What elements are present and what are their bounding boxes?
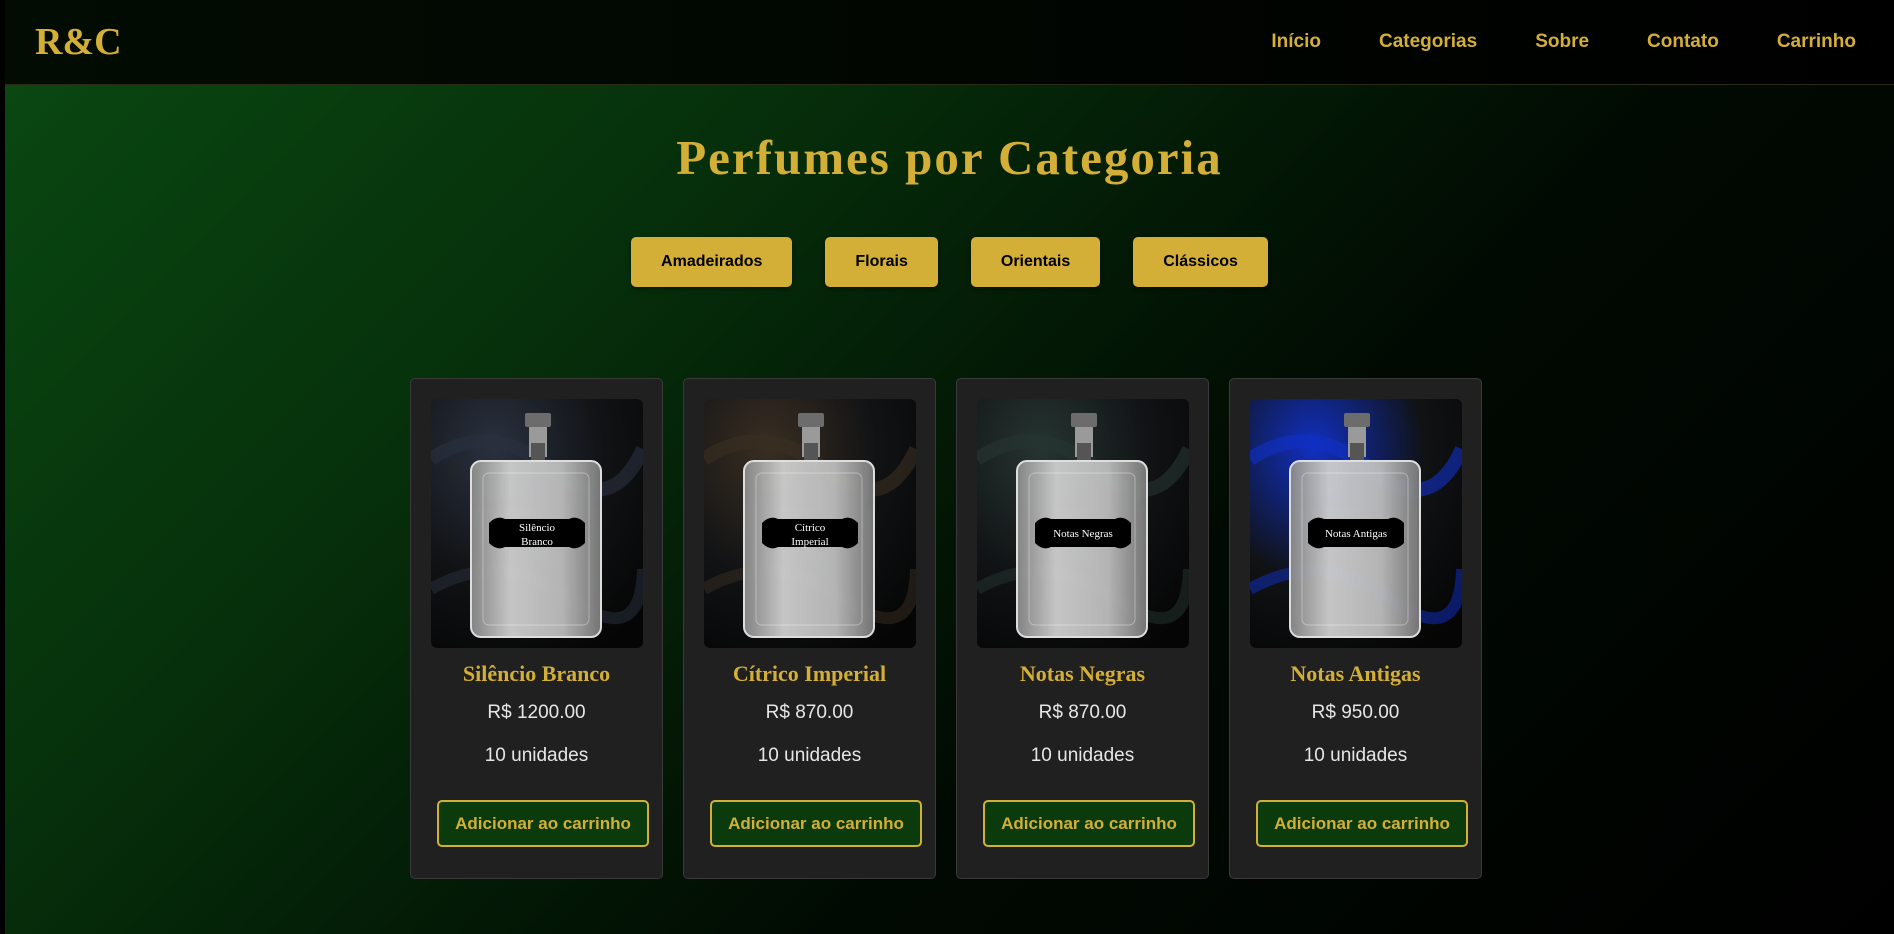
product-name: Notas Negras [1019, 661, 1146, 686]
product-stock: 10 unidades [1303, 745, 1408, 766]
add-to-cart-button[interactable]: Adicionar ao carrinho [983, 800, 1195, 847]
product-grid: Silêncio Branco Silêncio Branco R$ 1200.0… [410, 378, 1482, 879]
product-name: Silêncio Branco [462, 661, 611, 686]
product-image[interactable]: Cítrico Imperial [704, 399, 916, 648]
add-to-cart-button[interactable]: Adicionar ao carrinho [710, 800, 922, 847]
perfume-bottle-illustration: Cítrico Imperial [704, 399, 916, 648]
product-stock: 10 unidades [1030, 745, 1135, 766]
nav-item-sobre[interactable]: Sobre [1535, 28, 1589, 56]
product-card: Silêncio Branco Silêncio Branco R$ 1200.0… [410, 378, 663, 879]
product-stock: 10 unidades [757, 745, 862, 766]
product-price: R$ 950.00 [1311, 702, 1400, 723]
perfume-bottle-illustration: Notas Antigas [1250, 399, 1462, 648]
bottle-label-text: Branco [521, 536, 553, 548]
add-to-cart-button[interactable]: Adicionar ao carrinho [437, 800, 649, 847]
perfume-bottle-illustration: Silêncio Branco [431, 399, 643, 648]
page-title: Perfumes por Categoria [676, 130, 1223, 185]
product-image[interactable]: Notas Negras [977, 399, 1189, 648]
product-card: Cítrico Imperial Cítrico Imperial R$ 870.… [683, 378, 936, 879]
nav-item-categorias[interactable]: Categorias [1379, 28, 1477, 56]
product-name: Notas Antigas [1290, 661, 1421, 686]
nav-item-carrinho[interactable]: Carrinho [1777, 28, 1856, 56]
product-image[interactable]: Silêncio Branco [431, 399, 643, 648]
category-filters: Amadeirados Florais Orientais Clássicos [5, 237, 1894, 287]
filter-orientais-button[interactable]: Orientais [970, 237, 1101, 287]
product-card: Notas Negras Notas Negras R$ 870.00 10 u… [956, 378, 1209, 879]
product-price: R$ 870.00 [1038, 702, 1127, 723]
bottle-label-text: Notas Antigas [1325, 528, 1387, 540]
product-stock: 10 unidades [484, 745, 589, 766]
product-name: Cítrico Imperial [732, 661, 887, 686]
bottle-label-text: Silêncio [519, 522, 556, 534]
bottle-label-text: Imperial [791, 536, 828, 548]
brand-logo[interactable]: R&C [35, 18, 122, 66]
perfume-bottle-illustration: Notas Negras [977, 399, 1189, 648]
filter-classicos-button[interactable]: Clássicos [1133, 237, 1268, 287]
filter-florais-button[interactable]: Florais [825, 237, 938, 287]
product-image[interactable]: Notas Antigas [1250, 399, 1462, 648]
product-price: R$ 870.00 [765, 702, 854, 723]
bottle-label-text: Notas Negras [1053, 528, 1113, 540]
nav-item-contato[interactable]: Contato [1647, 28, 1719, 56]
add-to-cart-button[interactable]: Adicionar ao carrinho [1256, 800, 1468, 847]
bottle-label-text: Cítrico [795, 522, 826, 534]
main-nav: Início Categorias Sobre Contato Carrinho [1271, 28, 1856, 56]
nav-item-inicio[interactable]: Início [1271, 28, 1321, 56]
page-viewport: R&C Início Categorias Sobre Contato Carr… [5, 0, 1894, 934]
filter-amadeirados-button[interactable]: Amadeirados [631, 237, 793, 287]
product-price: R$ 1200.00 [487, 702, 586, 723]
product-card: Notas Antigas Notas Antigas R$ 950.00 10… [1229, 378, 1482, 879]
site-header: R&C Início Categorias Sobre Contato Carr… [5, 0, 1894, 85]
